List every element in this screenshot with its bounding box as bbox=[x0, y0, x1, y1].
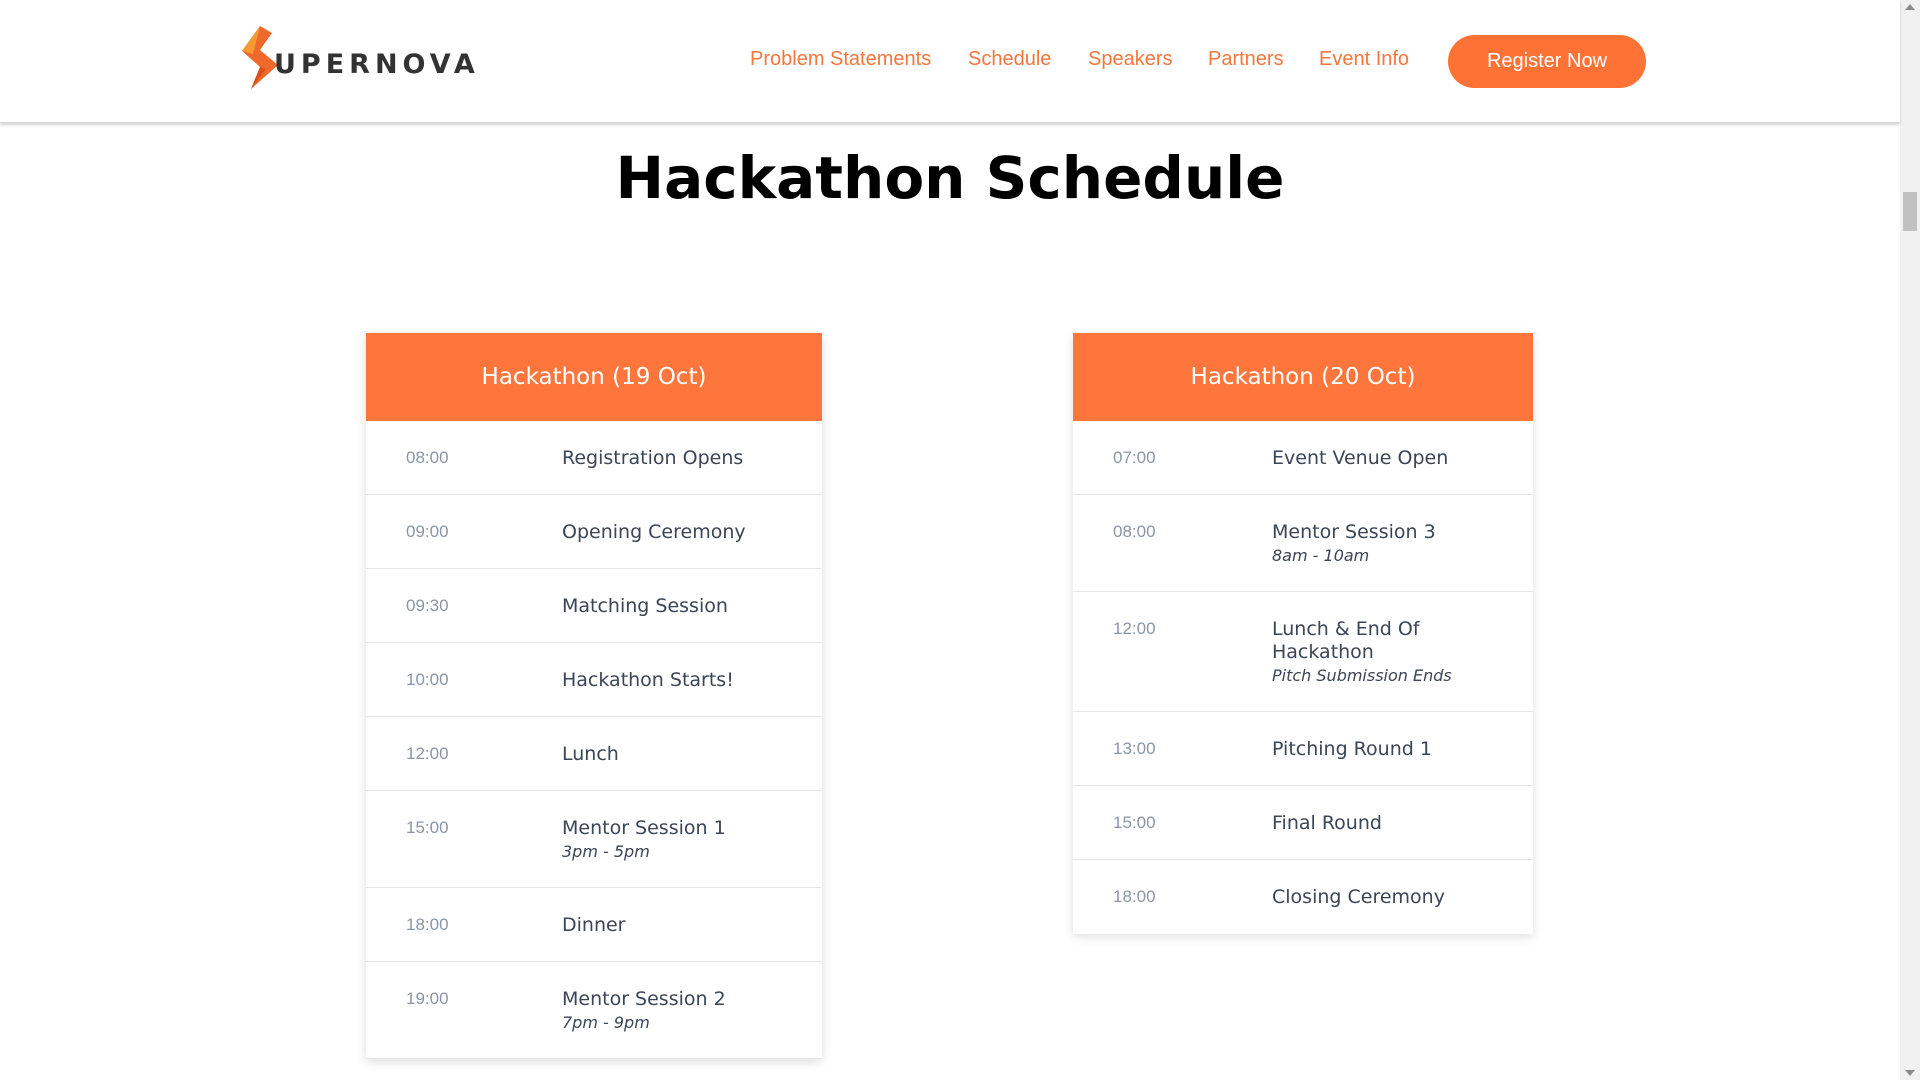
nav-item-event-info[interactable]: Event Info bbox=[1319, 48, 1409, 71]
schedule-row: 18:00 Closing Ceremony bbox=[1073, 860, 1533, 934]
schedule-row: 10:00 Hackathon Starts! bbox=[366, 643, 822, 717]
schedule-event: Event Venue Open bbox=[1272, 447, 1449, 469]
schedule-event: Registration Opens bbox=[562, 447, 744, 469]
schedule-event: Mentor Session 2 bbox=[562, 988, 726, 1010]
schedule-card-title: Hackathon (19 Oct) bbox=[366, 333, 822, 421]
schedule-row: 09:30 Matching Session bbox=[366, 569, 822, 643]
logo[interactable]: UPERNOVA bbox=[234, 24, 480, 92]
schedule-time: 19:00 bbox=[406, 989, 449, 1008]
schedule-time: 12:00 bbox=[1113, 619, 1156, 638]
schedule-event: Opening Ceremony bbox=[562, 521, 746, 543]
schedule-event-detail: 7pm - 9pm bbox=[562, 1013, 650, 1032]
schedule-time: 09:00 bbox=[406, 522, 449, 541]
nav-item-problem-statements[interactable]: Problem Statements bbox=[750, 48, 931, 71]
schedule-event-detail: 8am - 10am bbox=[1272, 546, 1370, 565]
schedule-time: 13:00 bbox=[1113, 739, 1156, 758]
schedule-time: 07:00 bbox=[1113, 448, 1156, 467]
nav-item-partners[interactable]: Partners bbox=[1208, 48, 1284, 71]
schedule-event: Mentor Session 3 bbox=[1272, 521, 1436, 543]
schedule-event: Mentor Session 1 bbox=[562, 817, 726, 839]
schedule-row: 08:00 Registration Opens bbox=[366, 421, 822, 495]
schedule-row: 15:00 Mentor Session 1 3pm - 5pm bbox=[366, 791, 822, 888]
schedule-time: 15:00 bbox=[406, 818, 449, 837]
scroll-up-arrow-icon[interactable] bbox=[1905, 4, 1915, 10]
scroll-down-arrow-icon[interactable] bbox=[1905, 1070, 1915, 1076]
schedule-row: 09:00 Opening Ceremony bbox=[366, 495, 822, 569]
schedule-row: 12:00 Lunch bbox=[366, 717, 822, 791]
schedule-row: 19:00 Mentor Session 2 7pm - 9pm bbox=[366, 962, 822, 1059]
schedule-row: 18:00 Dinner bbox=[366, 888, 822, 962]
schedule-event: Matching Session bbox=[562, 595, 728, 617]
schedule-time: 18:00 bbox=[406, 915, 449, 934]
schedule-card-20-oct: Hackathon (20 Oct) 07:00 Event Venue Ope… bbox=[1073, 333, 1533, 934]
schedule-card-title: Hackathon (20 Oct) bbox=[1073, 333, 1533, 421]
schedule-row: 08:00 Mentor Session 3 8am - 10am bbox=[1073, 495, 1533, 592]
schedule-event: Hackathon Starts! bbox=[562, 669, 734, 691]
schedule-event: Lunch bbox=[562, 743, 619, 765]
schedule-time: 08:00 bbox=[1113, 522, 1156, 541]
schedule-event-detail: 3pm - 5pm bbox=[562, 842, 650, 861]
register-now-button[interactable]: Register Now bbox=[1448, 35, 1646, 88]
schedule-time: 09:30 bbox=[406, 596, 449, 615]
page-title: Hackathon Schedule bbox=[615, 144, 1285, 212]
site-header: UPERNOVA Problem Statements Schedule Spe… bbox=[0, 0, 1900, 123]
schedule-card-19-oct: Hackathon (19 Oct) 08:00 Registration Op… bbox=[366, 333, 822, 1059]
schedule-event: Pitching Round 1 bbox=[1272, 738, 1432, 760]
schedule-event: Closing Ceremony bbox=[1272, 886, 1445, 908]
schedule-event: Lunch & End Of Hackathon bbox=[1272, 618, 1420, 663]
schedule-row: 07:00 Event Venue Open bbox=[1073, 421, 1533, 495]
schedule-time: 10:00 bbox=[406, 670, 449, 689]
schedule-row: 15:00 Final Round bbox=[1073, 786, 1533, 860]
nav-item-speakers[interactable]: Speakers bbox=[1088, 48, 1173, 71]
page-scrollbar[interactable] bbox=[1900, 0, 1920, 1080]
schedule-event: Final Round bbox=[1272, 812, 1382, 834]
schedule-time: 18:00 bbox=[1113, 887, 1156, 906]
schedule-row: 12:00 Lunch & End Of Hackathon Pitch Sub… bbox=[1073, 592, 1533, 712]
schedule-time: 08:00 bbox=[406, 448, 449, 467]
scrollbar-thumb[interactable] bbox=[1903, 192, 1917, 231]
nav-item-schedule[interactable]: Schedule bbox=[968, 48, 1051, 71]
schedule-row: 13:00 Pitching Round 1 bbox=[1073, 712, 1533, 786]
schedule-time: 12:00 bbox=[406, 744, 449, 763]
schedule-event: Dinner bbox=[562, 914, 626, 936]
logo-text: UPERNOVA bbox=[274, 48, 480, 80]
schedule-event-detail: Pitch Submission Ends bbox=[1272, 666, 1452, 685]
schedule-time: 15:00 bbox=[1113, 813, 1156, 832]
